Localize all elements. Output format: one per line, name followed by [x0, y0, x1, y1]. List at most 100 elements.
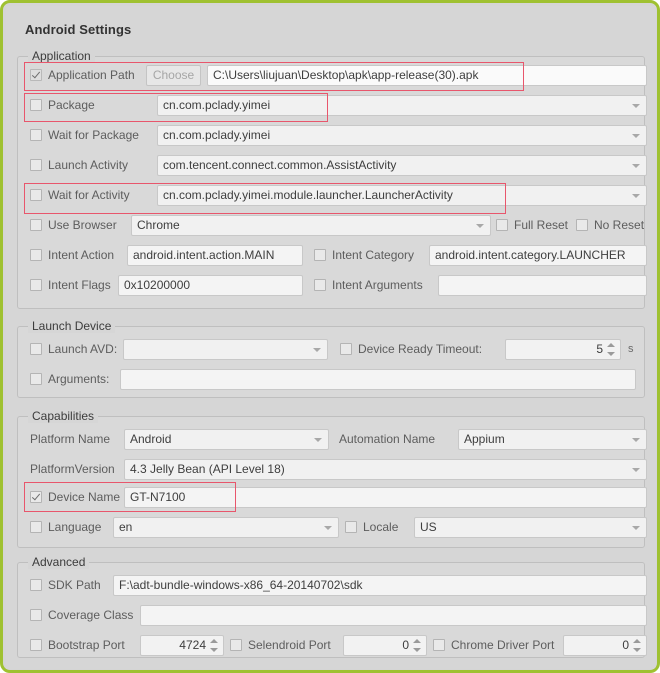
checkbox-wait-for-activity[interactable]: [30, 189, 42, 201]
label-wait-for-activity: Wait for Activity: [48, 188, 130, 202]
spinner-chrome-driver-port[interactable]: 0: [563, 635, 647, 656]
label-platform-version: PlatformVersion: [30, 462, 115, 476]
chevron-down-icon: [314, 438, 322, 442]
combo-wait-for-package[interactable]: cn.com.pclady.yimei: [157, 125, 647, 146]
chevron-down-icon: [632, 134, 640, 138]
chevron-down-icon: [632, 104, 640, 108]
input-coverage-class[interactable]: [140, 605, 647, 626]
spinner-selendroid-port[interactable]: 0: [343, 635, 427, 656]
checkbox-bootstrap-port[interactable]: [30, 639, 42, 651]
combo-wait-for-activity-value: cn.com.pclady.yimei.module.launcher.Laun…: [163, 188, 453, 202]
label-full-reset: Full Reset: [514, 218, 569, 232]
label-selendroid-port: Selendroid Port: [248, 638, 331, 652]
spinner-up-icon[interactable]: [607, 343, 615, 347]
checkbox-locale[interactable]: [345, 521, 357, 533]
input-intent-action[interactable]: android.intent.action.MAIN: [127, 245, 303, 266]
spinner-up-icon[interactable]: [210, 639, 218, 643]
group-application: Application Application Path Choose C:\U…: [17, 49, 647, 309]
spinner-up-icon[interactable]: [413, 639, 421, 643]
combo-wait-for-activity[interactable]: cn.com.pclady.yimei.module.launcher.Laun…: [157, 185, 647, 206]
input-intent-category[interactable]: android.intent.category.LAUNCHER: [429, 245, 647, 266]
input-device-name[interactable]: GT-N7100: [124, 487, 647, 508]
input-sdk-path[interactable]: F:\adt-bundle-windows-x86_64-20140702\sd…: [113, 575, 647, 596]
checkbox-launch-activity[interactable]: [30, 159, 42, 171]
combo-launch-activity[interactable]: com.tencent.connect.common.AssistActivit…: [157, 155, 647, 176]
checkbox-device-ready-timeout[interactable]: [340, 343, 352, 355]
chevron-down-icon: [476, 224, 484, 228]
label-arguments: Arguments:: [48, 372, 110, 386]
combo-locale[interactable]: US: [414, 517, 647, 538]
android-settings-dialog: Android Settings Application Application…: [0, 0, 660, 673]
checkbox-sdk-path[interactable]: [30, 579, 42, 591]
group-advanced: Advanced SDK Path F:\adt-bundle-windows-…: [17, 555, 647, 658]
label-intent-action: Intent Action: [48, 248, 115, 262]
combo-platform-name[interactable]: Android: [124, 429, 329, 450]
checkbox-intent-category[interactable]: [314, 249, 326, 261]
checkbox-no-reset[interactable]: [576, 219, 588, 231]
spinner-bootstrap-port-value: 4724: [179, 638, 206, 652]
chevron-down-icon: [632, 526, 640, 530]
label-package: Package: [48, 98, 95, 112]
chevron-down-icon: [324, 526, 332, 530]
choose-button[interactable]: Choose: [146, 65, 201, 86]
label-intent-arguments: Intent Arguments: [332, 278, 423, 292]
label-language: Language: [48, 520, 102, 534]
label-intent-flags: Intent Flags: [48, 278, 111, 292]
combo-locale-value: US: [420, 520, 437, 534]
combo-use-browser[interactable]: Chrome: [131, 215, 491, 236]
spinner-down-icon[interactable]: [633, 648, 641, 652]
label-use-browser: Use Browser: [48, 218, 117, 232]
label-bootstrap-port: Bootstrap Port: [48, 638, 125, 652]
group-application-title: Application: [28, 49, 95, 63]
input-application-path[interactable]: C:\Users\liujuan\Desktop\apk\app-release…: [207, 65, 647, 86]
combo-automation-name[interactable]: Appium: [458, 429, 647, 450]
spinner-device-ready-timeout[interactable]: 5: [505, 339, 621, 360]
label-chrome-driver-port: Chrome Driver Port: [451, 638, 555, 652]
combo-package-value: cn.com.pclady.yimei: [163, 98, 271, 112]
label-platform-name: Platform Name: [30, 432, 111, 446]
spinner-bootstrap-port[interactable]: 4724: [140, 635, 224, 656]
spinner-up-icon[interactable]: [633, 639, 641, 643]
combo-launch-avd[interactable]: [123, 339, 328, 360]
group-capabilities: Capabilities Platform Name Android Autom…: [17, 409, 647, 548]
checkbox-package[interactable]: [30, 99, 42, 111]
checkbox-language[interactable]: [30, 521, 42, 533]
combo-platform-name-value: Android: [130, 432, 172, 446]
input-intent-flags[interactable]: 0x10200000: [118, 275, 303, 296]
spinner-down-icon[interactable]: [607, 352, 615, 356]
checkbox-arguments[interactable]: [30, 373, 42, 385]
checkbox-application-path[interactable]: [30, 69, 42, 81]
label-intent-category: Intent Category: [332, 248, 415, 262]
chevron-down-icon: [632, 438, 640, 442]
group-advanced-title: Advanced: [28, 555, 90, 569]
chevron-down-icon: [632, 468, 640, 472]
group-launch-device-title: Launch Device: [28, 319, 116, 333]
group-launch-device: Launch Device Launch AVD: Device Ready T…: [17, 319, 645, 398]
combo-platform-version[interactable]: 4.3 Jelly Bean (API Level 18): [124, 459, 647, 480]
spinner-device-ready-timeout-value: 5: [596, 342, 603, 356]
dialog-body: Android Settings Application Application…: [6, 6, 656, 669]
combo-language-value: en: [119, 520, 133, 534]
checkbox-use-browser[interactable]: [30, 219, 42, 231]
checkbox-intent-arguments[interactable]: [314, 279, 326, 291]
combo-launch-activity-value: com.tencent.connect.common.AssistActivit…: [163, 158, 397, 172]
label-sdk-path: SDK Path: [48, 578, 101, 592]
checkbox-intent-flags[interactable]: [30, 279, 42, 291]
checkbox-coverage-class[interactable]: [30, 609, 42, 621]
spinner-down-icon[interactable]: [210, 648, 218, 652]
checkbox-wait-for-package[interactable]: [30, 129, 42, 141]
checkbox-selendroid-port[interactable]: [230, 639, 242, 651]
spinner-chrome-driver-port-value: 0: [622, 638, 629, 652]
input-arguments[interactable]: [120, 369, 636, 390]
combo-platform-version-value: 4.3 Jelly Bean (API Level 18): [130, 462, 285, 476]
checkbox-device-name[interactable]: [30, 491, 42, 503]
spinner-down-icon[interactable]: [413, 648, 421, 652]
combo-language[interactable]: en: [113, 517, 339, 538]
checkbox-launch-avd[interactable]: [30, 343, 42, 355]
checkbox-full-reset[interactable]: [496, 219, 508, 231]
input-intent-arguments[interactable]: [438, 275, 647, 296]
combo-package[interactable]: cn.com.pclady.yimei: [157, 95, 647, 116]
checkbox-intent-action[interactable]: [30, 249, 42, 261]
checkbox-chrome-driver-port[interactable]: [433, 639, 445, 651]
combo-wait-for-package-value: cn.com.pclady.yimei: [163, 128, 271, 142]
